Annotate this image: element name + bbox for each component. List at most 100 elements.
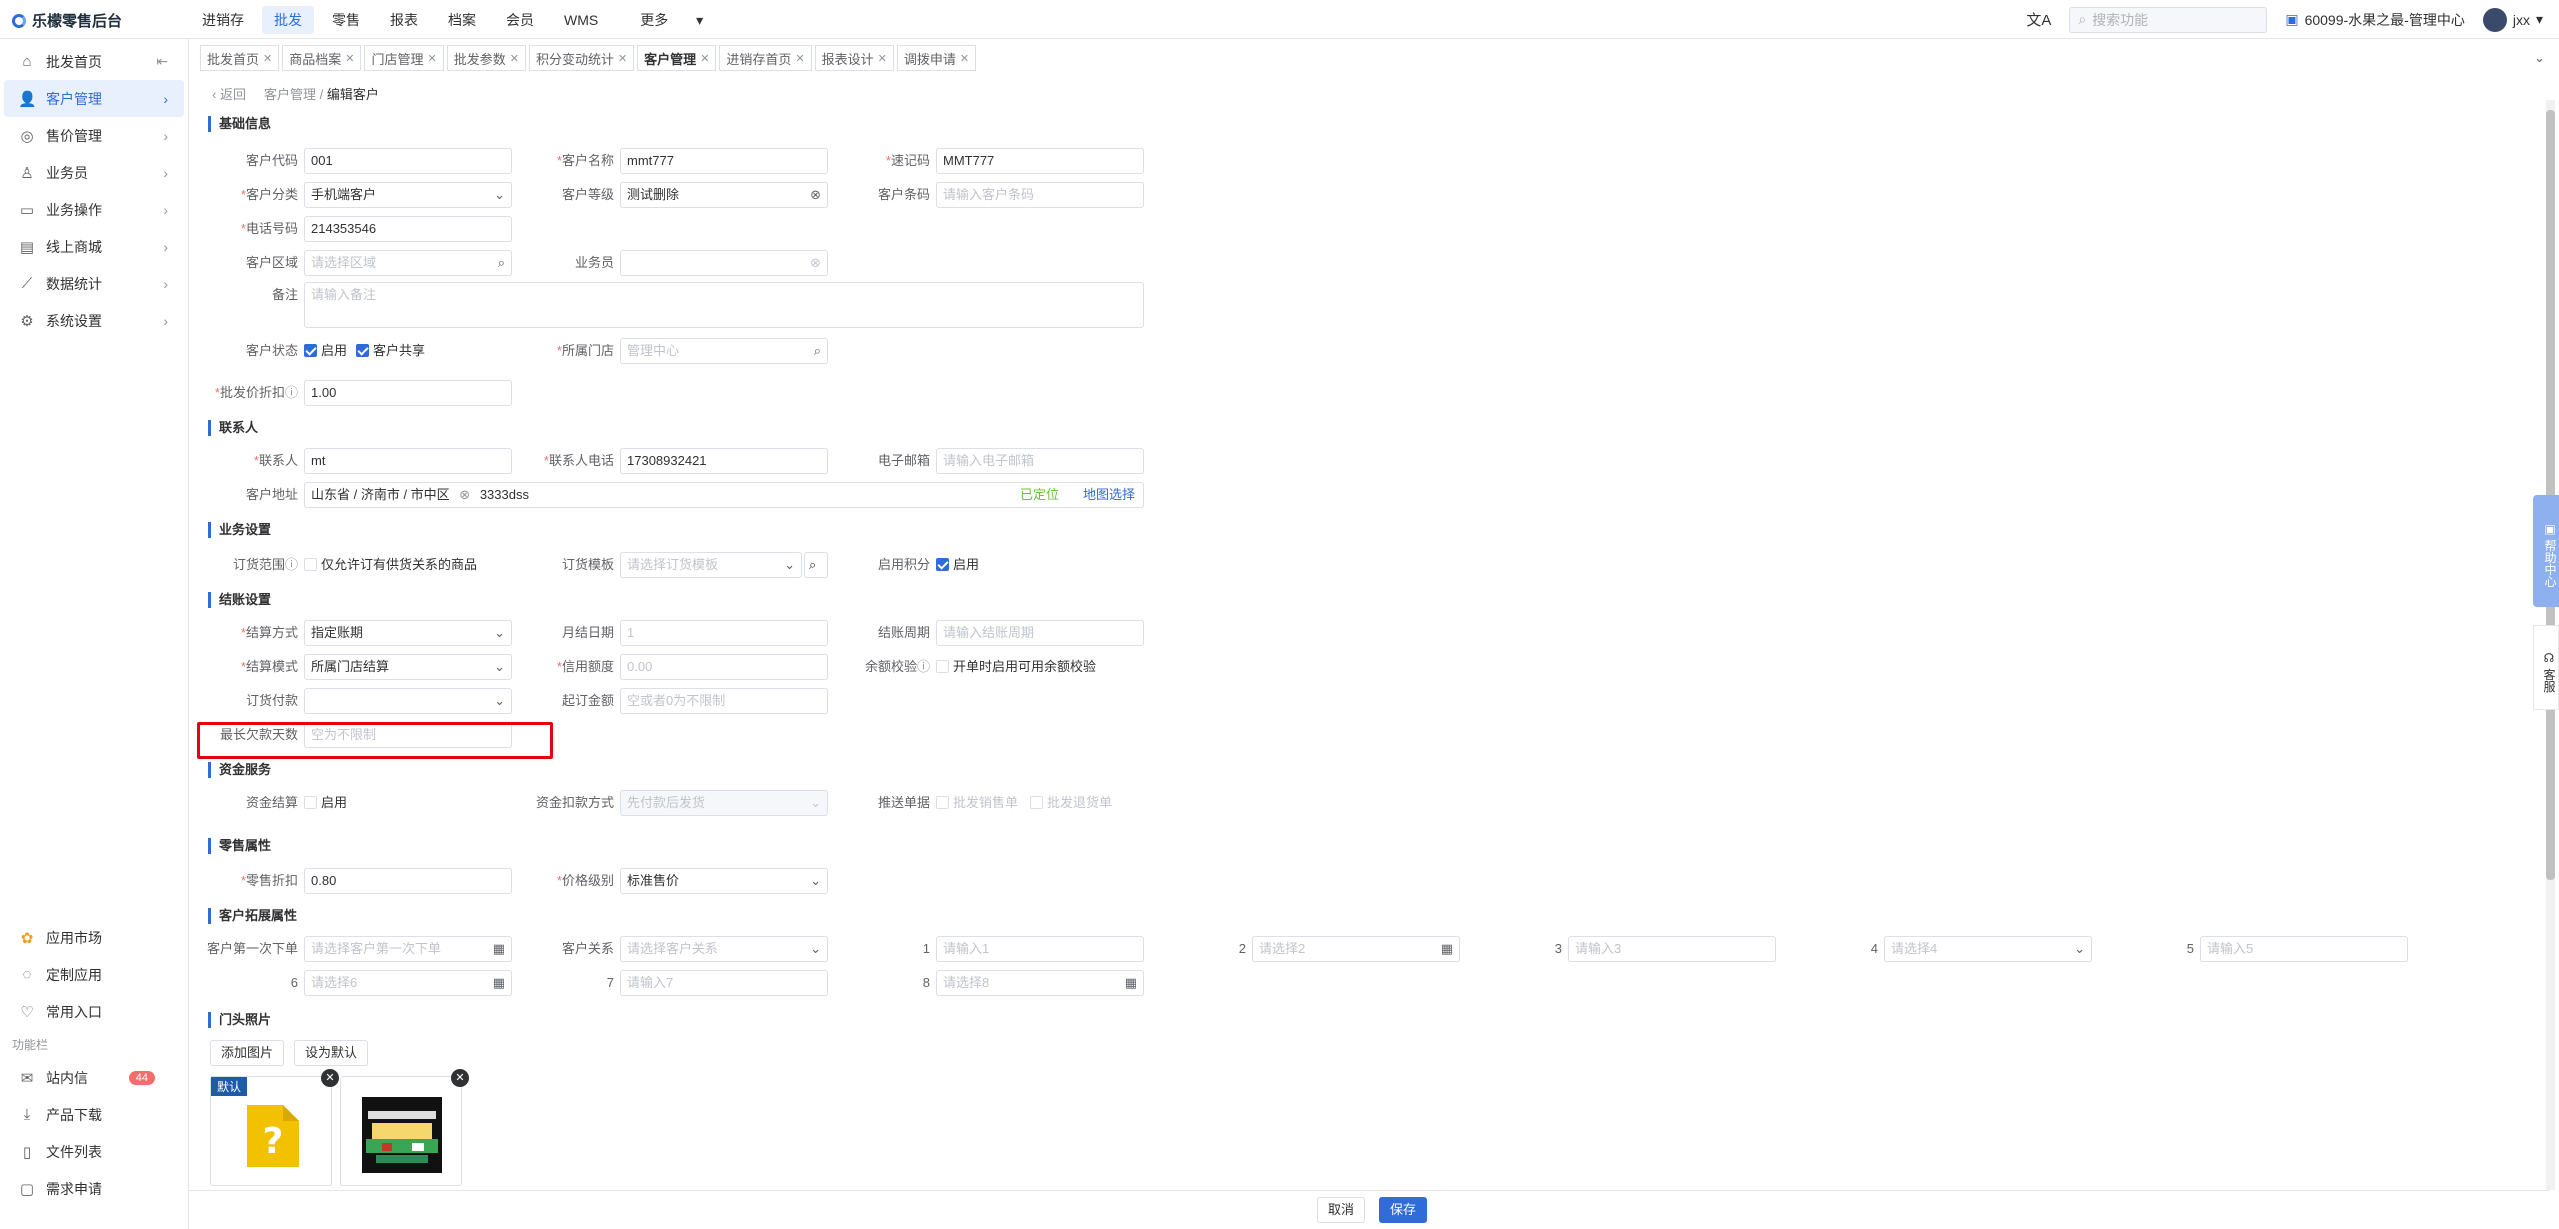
tab-wholesale-params[interactable]: 批发参数 ✕ — [446, 45, 526, 71]
push-return-checkbox[interactable]: 批发退货单 — [1030, 790, 1112, 816]
min-amount-input[interactable]: 空或者0为不限制 — [620, 688, 828, 714]
sidebar-item-app-market[interactable]: ✿ 应用市场 — [4, 919, 185, 956]
ext2-date-input[interactable]: 请选择2 ▦ — [1252, 936, 1460, 962]
close-icon[interactable]: ✕ — [618, 52, 627, 65]
order-scope-checkbox[interactable]: 仅允许订有供货关系的商品 — [304, 552, 477, 578]
sidebar-item-operations[interactable]: ▭ 业务操作 › — [4, 191, 184, 228]
clear-icon[interactable]: ⊗ — [810, 251, 821, 275]
close-icon[interactable]: ✕ — [700, 52, 709, 65]
tab-store-manage[interactable]: 门店管理 ✕ — [364, 45, 444, 71]
customer-area-input[interactable]: 请选择区域 ⌕ — [304, 250, 512, 276]
tab-points-stats[interactable]: 积分变动统计 ✕ — [528, 45, 635, 71]
sidebar-item-files[interactable]: ▯ 文件列表 — [4, 1133, 185, 1170]
sidebar-item-price[interactable]: ◎ 售价管理 › — [4, 117, 184, 154]
sidebar-item-custom-apps[interactable]: ◌ 定制应用 — [4, 956, 185, 993]
tab-transfer-request[interactable]: 调拨申请 ✕ — [896, 45, 977, 71]
ext6-date-input[interactable]: 请选择6 ▦ — [304, 970, 512, 996]
tab-wholesale-home[interactable]: 批发首页 ✕ — [200, 45, 280, 71]
credit-input[interactable]: 0.00 — [620, 654, 828, 680]
clear-icon[interactable]: ⊗ — [810, 183, 821, 207]
order-template-select[interactable]: 请选择订货模板 ⌄ — [620, 552, 802, 578]
tab-product-archive[interactable]: 商品档案 ✕ — [282, 45, 362, 71]
close-icon[interactable]: ✕ — [263, 52, 272, 65]
remark-textarea[interactable]: 请输入备注 — [304, 282, 1144, 328]
close-icon[interactable]: ✕ — [345, 52, 354, 65]
customer-service-button[interactable]: ☊ 客服 — [2533, 625, 2559, 710]
salesman-select[interactable]: ⊗ — [620, 250, 828, 276]
ext1-input[interactable]: 请输入1 — [936, 936, 1144, 962]
status-enabled-checkbox[interactable]: 启用 — [304, 338, 347, 364]
topnav-archive[interactable]: 档案 — [436, 6, 488, 34]
close-icon[interactable]: ✕ — [451, 1069, 469, 1087]
settle-mode-select[interactable]: 所属门店结算 ⌄ — [304, 654, 512, 680]
tabs-chevron-icon[interactable]: ⌄ — [2534, 50, 2545, 66]
month-day-input[interactable]: 1 — [620, 620, 828, 646]
sidebar-item-home[interactable]: ⌂ 批发首页 ⇤ — [4, 43, 184, 80]
close-icon[interactable]: ✕ — [960, 52, 969, 65]
topnav-more[interactable]: 更多 ▾ — [616, 6, 727, 34]
set-default-button[interactable]: 设为默认 — [294, 1040, 369, 1066]
push-sale-checkbox[interactable]: 批发销售单 — [936, 790, 1018, 816]
shared-checkbox[interactable]: 客户共享 — [356, 338, 425, 364]
photo-thumbnail[interactable]: ✕ — [340, 1069, 469, 1186]
price-level-select[interactable]: 标准售价 ⌄ — [620, 868, 828, 894]
save-button[interactable]: 保存 — [1379, 1197, 1428, 1223]
customer-level-select[interactable]: 测试删除 ⊗ — [620, 182, 828, 208]
email-input[interactable]: 请输入电子邮箱 — [936, 448, 1144, 474]
sidebar-item-messages[interactable]: ✉ 站内信 44 — [4, 1059, 185, 1096]
fund-deduct-select[interactable]: 先付款后发货 ⌄ — [620, 790, 828, 816]
sidebar-item-settings[interactable]: ⚙ 系统设置 › — [4, 302, 184, 339]
ext3-input[interactable]: 请输入3 — [1568, 936, 1776, 962]
store-input[interactable]: 管理中心 ⌕ — [620, 338, 828, 364]
ext5-input[interactable]: 请输入5 — [2200, 936, 2408, 962]
retail-discount-input[interactable]: 0.80 — [304, 868, 512, 894]
ext8-date-input[interactable]: 请选择8 ▦ — [936, 970, 1144, 996]
search-icon[interactable]: ⌕ — [814, 339, 821, 363]
close-icon[interactable]: ✕ — [795, 52, 804, 65]
address-region-select[interactable]: 山东省 / 济南市 / 市中区 — [311, 487, 450, 502]
sidebar-item-customers[interactable]: 👤 客户管理 › — [4, 80, 184, 117]
quick-code-input[interactable]: MMT777 — [936, 148, 1144, 174]
settle-way-select[interactable]: 指定账期 ⌄ — [304, 620, 512, 646]
sidebar-item-online-mall[interactable]: ▤ 线上商城 › — [4, 228, 184, 265]
search-icon[interactable]: ⌕ — [498, 251, 505, 275]
store-selector[interactable]: ▣ 60099-水果之最-管理中心 — [2285, 10, 2465, 30]
ext7-input[interactable]: 请输入7 — [620, 970, 828, 996]
sidebar-item-salesman[interactable]: ♙ 业务员 › — [4, 154, 184, 191]
topnav-wms[interactable]: WMS — [552, 8, 610, 32]
order-payment-select[interactable]: ⌄ — [304, 688, 512, 714]
first-order-date-input[interactable]: 请选择客户第一次下单 ▦ — [304, 936, 512, 962]
customer-code-input[interactable]: 001 — [304, 148, 512, 174]
topnav-member[interactable]: 会员 — [494, 6, 546, 34]
order-template-search-button[interactable]: ⌕ — [804, 552, 828, 578]
photo-thumbnail-default[interactable]: 默认 ✕ ? — [210, 1069, 339, 1186]
back-link[interactable]: ‹ 返回 — [212, 87, 246, 102]
topnav-jxc[interactable]: 进销存 — [190, 6, 256, 34]
help-center-button[interactable]: ▣ 帮助中心 — [2533, 495, 2559, 607]
topnav-reports[interactable]: 报表 — [378, 6, 430, 34]
sidebar-item-requests[interactable]: ▢ 需求申请 — [4, 1170, 185, 1207]
contact-input[interactable]: mt — [304, 448, 512, 474]
phone-input[interactable]: 214353546 — [304, 216, 512, 242]
ext4-select[interactable]: 请选择4 ⌄ — [1884, 936, 2092, 962]
app-logo[interactable]: 乐檬零售后台 — [12, 10, 122, 31]
sidebar-item-favorites[interactable]: ♡ 常用入口 — [4, 993, 185, 1030]
balance-check-checkbox[interactable]: 开单时启用可用余额校验 — [936, 654, 1096, 680]
fund-settle-checkbox[interactable]: 启用 — [304, 790, 347, 816]
clear-icon[interactable]: ⊗ — [459, 487, 470, 502]
period-input[interactable]: 请输入结账周期 — [936, 620, 1144, 646]
sidebar-item-stats[interactable]: ⟋ 数据统计 › — [4, 265, 184, 302]
close-icon[interactable]: ✕ — [510, 52, 519, 65]
customer-category-select[interactable]: 手机端客户 ⌄ — [304, 182, 512, 208]
tab-jxc-home[interactable]: 进销存首页 ✕ — [719, 45, 812, 71]
customer-name-input[interactable]: mmt777 — [620, 148, 828, 174]
tab-customer-manage[interactable]: 客户管理 ✕ — [637, 45, 717, 71]
cancel-button[interactable]: 取消 — [1317, 1197, 1366, 1223]
tab-report-design[interactable]: 报表设计 ✕ — [814, 45, 894, 71]
sidebar-item-download[interactable]: ⤓ 产品下载 — [4, 1096, 185, 1133]
map-select-link[interactable]: 地图选择 — [1083, 483, 1135, 507]
points-enabled-checkbox[interactable]: 启用 — [936, 552, 979, 578]
wholesale-discount-input[interactable]: 1.00 — [304, 380, 512, 406]
user-menu[interactable]: jxx ▾ — [2482, 7, 2543, 32]
address-detail-input[interactable]: 3333dss — [480, 487, 529, 502]
